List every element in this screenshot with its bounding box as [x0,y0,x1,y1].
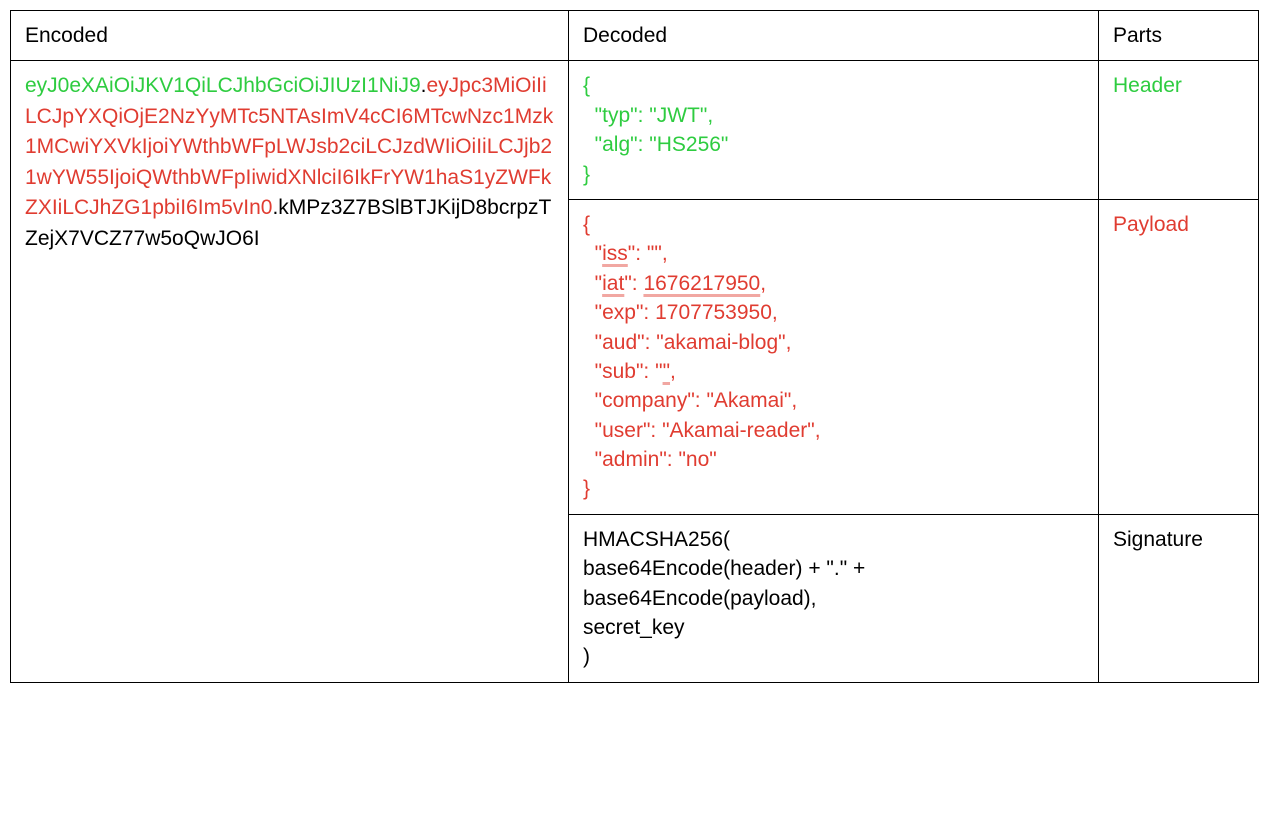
col-header-parts: Parts [1099,11,1259,61]
encoded-token: eyJ0eXAiOiJKV1QiLCJhbGciOiJIUzI1NiJ9.eyJ… [25,71,554,254]
encoded-header-segment: eyJ0eXAiOiJKV1QiLCJhbGciOiJIUzI1NiJ9 [25,74,421,97]
part-label-signature: Signature [1113,528,1203,551]
table-header-row: Encoded Decoded Parts [11,11,1259,61]
parts-header-cell: Header [1099,61,1259,200]
decoded-payload-cell: { "iss": "", "iat": 1676217950, "exp": 1… [569,199,1099,514]
row-header: eyJ0eXAiOiJKV1QiLCJhbGciOiJIUzI1NiJ9.eyJ… [11,61,1259,200]
decoded-payload-json: { "iss": "", "iat": 1676217950, "exp": 1… [583,210,1084,504]
decoded-signature-cell: HMACSHA256( base64Encode(header) + "." +… [569,514,1099,682]
part-label-payload: Payload [1113,213,1189,236]
parts-signature-cell: Signature [1099,514,1259,682]
part-label-header: Header [1113,74,1182,97]
col-header-decoded: Decoded [569,11,1099,61]
jwt-table: Encoded Decoded Parts eyJ0eXAiOiJKV1QiLC… [10,10,1259,683]
col-header-encoded: Encoded [11,11,569,61]
encoded-cell: eyJ0eXAiOiJKV1QiLCJhbGciOiJIUzI1NiJ9.eyJ… [11,61,569,682]
decoded-signature-text: HMACSHA256( base64Encode(header) + "." +… [583,525,1084,672]
decoded-header-cell: { "typ": "JWT", "alg": "HS256" } [569,61,1099,200]
decoded-header-json: { "typ": "JWT", "alg": "HS256" } [583,71,1084,189]
parts-payload-cell: Payload [1099,199,1259,514]
